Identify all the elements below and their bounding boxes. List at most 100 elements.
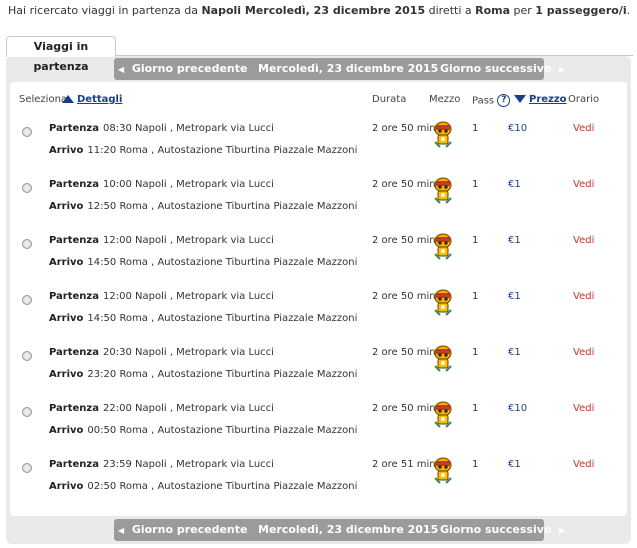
arrival-time: 00:50 xyxy=(87,425,117,436)
summary-mid: diretti a xyxy=(425,4,476,17)
bus-mascot-icon xyxy=(432,232,454,262)
departure-label: Partenza xyxy=(49,459,99,470)
price: €1 xyxy=(508,347,521,358)
departure-line: Partenza 08:30 Napoli , Metropark via Luc… xyxy=(49,123,274,134)
trip-row: Partenza 20:30 Napoli , Metropark via Luc… xyxy=(10,344,627,400)
duration: 2 ore 50 min xyxy=(372,291,436,302)
header-seleziona: Seleziona xyxy=(19,94,68,105)
arrival-label: Arrivo xyxy=(49,145,84,156)
departure-time: 22:00 xyxy=(103,403,132,414)
trip-row: Partenza 22:00 Napoli , Metropark via Luc… xyxy=(10,400,627,456)
trip-row: Partenza 23:59 Napoli , Metropark via Luc… xyxy=(10,456,627,512)
header-durata: Durata xyxy=(372,94,407,105)
departure-line: Partenza 10:00 Napoli , Metropark via Luc… xyxy=(49,179,274,190)
price: €1 xyxy=(508,459,521,470)
departure-place: Napoli , Metropark via Lucci xyxy=(135,123,274,134)
header-orario: Orario xyxy=(568,94,600,105)
select-radio[interactable] xyxy=(22,351,32,361)
arrival-line: Arrivo 02:50 Roma , Autostazione Tiburtin… xyxy=(49,481,357,492)
tab-viaggi-in-partenza[interactable]: Viaggi in partenza xyxy=(6,36,116,73)
help-icon[interactable]: ? xyxy=(497,94,511,107)
current-date: Mercoledì, 23 dicembre 2015 xyxy=(258,62,439,75)
arrival-label: Arrivo xyxy=(49,425,84,436)
search-summary: Hai ricercato viaggi in partenza da Napo… xyxy=(8,4,630,17)
sort-prezzo-link[interactable]: Prezzo xyxy=(514,94,567,105)
arrival-place: Roma , Autostazione Tiburtina Piazzale M… xyxy=(119,481,358,492)
day-nav-bottom: ◀ Giorno precedente Mercoledì, 23 dicemb… xyxy=(6,519,631,541)
departure-place: Napoli , Metropark via Lucci xyxy=(135,403,274,414)
departure-label: Partenza xyxy=(49,179,99,190)
vedi-orario-link[interactable]: Vedi xyxy=(573,235,594,246)
departure-time: 12:00 xyxy=(103,235,132,246)
price: €10 xyxy=(508,123,528,134)
passengers: 1 xyxy=(472,291,479,302)
trip-row: Partenza 10:00 Napoli , Metropark via Luc… xyxy=(10,176,627,232)
vedi-orario-link[interactable]: Vedi xyxy=(573,403,594,414)
next-day-link[interactable]: Giorno successivo ▶ xyxy=(440,58,565,80)
departure-label: Partenza xyxy=(49,403,99,414)
bus-mascot-icon xyxy=(432,120,454,150)
departure-line: Partenza 12:00 Napoli , Metropark via Luc… xyxy=(49,291,274,302)
vedi-orario-link[interactable]: Vedi xyxy=(573,123,594,134)
chevron-left-icon: ◀ xyxy=(118,526,125,535)
vedi-orario-link[interactable]: Vedi xyxy=(573,347,594,358)
departure-time: 23:59 xyxy=(103,459,132,470)
departure-line: Partenza 22:00 Napoli , Metropark via Luc… xyxy=(49,403,274,414)
arrival-line: Arrivo 00:50 Roma , Autostazione Tiburtin… xyxy=(49,425,357,436)
chevron-right-icon: ▶ xyxy=(559,526,566,535)
arrival-time: 14:50 xyxy=(87,257,117,268)
arrival-place: Roma , Autostazione Tiburtina Piazzale M… xyxy=(119,145,358,156)
duration: 2 ore 50 min xyxy=(372,179,436,190)
summary-origin-date: Napoli Mercoledì, 23 dicembre 2015 xyxy=(201,4,426,17)
header-prezzo-label: Prezzo xyxy=(529,94,567,105)
next-day-label: Giorno successivo xyxy=(440,523,552,536)
arrival-time: 12:50 xyxy=(87,201,117,212)
next-day-link[interactable]: Giorno successivo ▶ xyxy=(440,519,565,541)
arrival-label: Arrivo xyxy=(49,369,84,380)
header-pass: Pass ? xyxy=(472,94,511,107)
day-nav-top: ◀ Giorno precedente Mercoledì, 23 dicemb… xyxy=(6,58,631,80)
select-radio[interactable] xyxy=(22,463,32,473)
tab-label: Viaggi in partenza xyxy=(33,40,89,73)
departure-label: Partenza xyxy=(49,123,99,134)
prev-day-link[interactable]: ◀ Giorno precedente xyxy=(118,519,247,541)
duration: 2 ore 51 min xyxy=(372,459,436,470)
vedi-orario-link[interactable]: Vedi xyxy=(573,291,594,302)
prev-day-label: Giorno precedente xyxy=(131,523,248,536)
select-radio[interactable] xyxy=(22,183,32,193)
select-radio[interactable] xyxy=(22,239,32,249)
passengers: 1 xyxy=(472,123,479,134)
arrival-line: Arrivo 14:50 Roma , Autostazione Tiburtin… xyxy=(49,257,357,268)
sort-up-icon xyxy=(62,95,74,103)
sort-dettagli-link[interactable]: Dettagli xyxy=(62,94,122,105)
select-radio[interactable] xyxy=(22,127,32,137)
arrival-label: Arrivo xyxy=(49,313,84,324)
duration: 2 ore 50 min xyxy=(372,347,436,358)
chevron-left-icon: ◀ xyxy=(118,65,125,74)
passengers: 1 xyxy=(472,235,479,246)
passengers: 1 xyxy=(472,347,479,358)
prev-day-link[interactable]: ◀ Giorno precedente xyxy=(118,58,247,80)
current-date: Mercoledì, 23 dicembre 2015 xyxy=(258,523,439,536)
select-radio[interactable] xyxy=(22,295,32,305)
arrival-place: Roma , Autostazione Tiburtina Piazzale M… xyxy=(119,257,358,268)
select-radio[interactable] xyxy=(22,407,32,417)
header-pass-label: Pass xyxy=(472,95,495,107)
arrival-line: Arrivo 12:50 Roma , Autostazione Tiburtin… xyxy=(49,201,357,212)
sort-down-icon xyxy=(514,95,526,103)
departure-label: Partenza xyxy=(49,235,99,246)
vedi-orario-link[interactable]: Vedi xyxy=(573,459,594,470)
summary-destination: Roma xyxy=(475,4,511,17)
arrival-label: Arrivo xyxy=(49,481,84,492)
bus-mascot-icon xyxy=(432,400,454,430)
vedi-orario-link[interactable]: Vedi xyxy=(573,179,594,190)
price: €1 xyxy=(508,235,521,246)
bus-mascot-icon xyxy=(432,288,454,318)
prev-day-label: Giorno precedente xyxy=(131,62,248,75)
arrival-place: Roma , Autostazione Tiburtina Piazzale M… xyxy=(119,425,358,436)
departure-place: Napoli , Metropark via Lucci xyxy=(135,347,274,358)
departure-place: Napoli , Metropark via Lucci xyxy=(135,291,274,302)
arrival-time: 23:20 xyxy=(87,369,117,380)
arrival-place: Roma , Autostazione Tiburtina Piazzale M… xyxy=(119,369,358,380)
arrival-place: Roma , Autostazione Tiburtina Piazzale M… xyxy=(119,201,358,212)
